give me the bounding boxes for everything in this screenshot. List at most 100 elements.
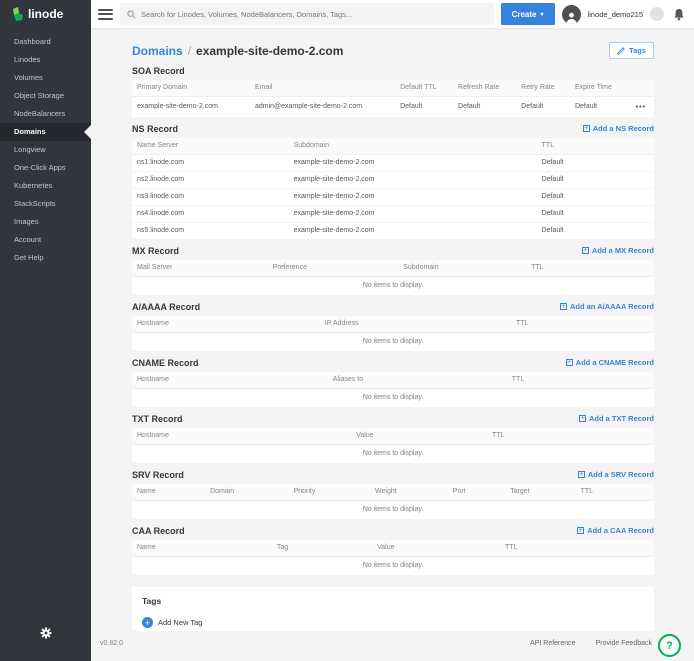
section-head-mx: MX Record+Add a MX Record: [132, 244, 654, 257]
add-cname-record-link[interactable]: +Add a CNAME Record: [566, 358, 654, 367]
caa-table: NameTagValueTTLNo items to display.: [132, 540, 654, 575]
sidebar-item-dashboard[interactable]: Dashboard: [0, 33, 91, 51]
add-link-label: Add a NS Record: [593, 124, 654, 133]
sidebar-item-get-help[interactable]: Get Help: [0, 249, 91, 267]
sidebar-item-longview[interactable]: Longview: [0, 141, 91, 159]
column-header: Port: [448, 484, 505, 500]
add-mx-record-link[interactable]: +Add a MX Record: [582, 246, 654, 255]
logo-text: linode: [28, 7, 63, 21]
table-cell: example-site-demo-2.com: [132, 99, 250, 115]
sidebar-item-linodes[interactable]: Linodes: [0, 51, 91, 69]
row-actions-menu-button[interactable]: •••: [636, 104, 646, 111]
linode-logo[interactable]: linode: [0, 0, 91, 28]
table-cell: Default: [395, 99, 453, 115]
person-icon: [565, 11, 578, 24]
username-menu[interactable]: linode_demo215: [588, 10, 643, 19]
provide-feedback-link[interactable]: Provide Feedback: [596, 640, 652, 647]
column-header: Hostname: [132, 372, 328, 388]
section-cname: CNAME Record+Add a CNAME RecordHostnameA…: [132, 356, 654, 407]
table-cell: example-site-demo-2.com: [289, 206, 537, 222]
plus-square-icon: +: [578, 471, 585, 478]
add-caa-record-link[interactable]: +Add a CAA Record: [577, 526, 654, 535]
sidebar-item-one-click-apps[interactable]: One-Click Apps: [0, 159, 91, 177]
tags-panel: Tags + Add New Tag: [132, 587, 654, 631]
sidebar-item-images[interactable]: Images: [0, 213, 91, 231]
table-cell: Default: [537, 189, 654, 205]
section-title-caa: CAA Record: [132, 526, 185, 536]
section-txt: TXT Record +Add a TXT Record HostnameValue…: [132, 412, 654, 463]
plus-circle-icon: +: [142, 617, 153, 628]
column-header: Domain: [205, 484, 289, 500]
tags-panel-title: Tags: [142, 596, 644, 606]
section-title-txt: TXT Record: [132, 414, 183, 424]
table-cell: admin@example-site-demo-2.com: [250, 99, 395, 115]
table-cell: ns4.linode.com: [132, 206, 289, 222]
section-head-txt: TXT Record +Add a TXT Record: [132, 412, 654, 425]
sidebar-item-volumes[interactable]: Volumes: [0, 69, 91, 87]
main-content: Domains / example-site-demo-2.com Tags S…: [91, 28, 694, 631]
plus-square-icon: +: [583, 125, 590, 132]
table-cell: example-site-demo-2.com: [289, 172, 537, 188]
column-header: TTL: [537, 138, 654, 154]
search-input[interactable]: [141, 10, 487, 19]
global-search[interactable]: [120, 3, 494, 25]
gear-icon[interactable]: [40, 626, 52, 644]
column-header: Default TTL: [395, 80, 453, 96]
table-cell: ns1.linode.com: [132, 155, 289, 171]
version-label[interactable]: v0.82.0: [100, 640, 123, 647]
section-ns: NS Record+Add a NS RecordName ServerSubd…: [132, 122, 654, 239]
add-link-label: Add a SRV Record: [588, 470, 654, 479]
column-header: Tag: [272, 540, 372, 556]
sidebar-item-domains[interactable]: Domains: [0, 123, 91, 141]
column-header: Subdomain: [398, 260, 526, 276]
add-link-label: Add a TXT Record: [589, 414, 654, 423]
table-cell: ns5.linode.com: [132, 223, 289, 239]
notifications-badge-icon[interactable]: [650, 7, 664, 21]
help-button[interactable]: ?: [658, 634, 681, 657]
footer: v0.82.0 API Reference Provide Feedback: [91, 631, 694, 661]
bell-icon[interactable]: [671, 7, 686, 22]
section-head-caa: CAA Record +Add a CAA Record: [132, 524, 654, 537]
api-reference-link[interactable]: API Reference: [530, 640, 576, 647]
breadcrumb-domains-link[interactable]: Domains: [132, 44, 183, 58]
sidebar-item-stackscripts[interactable]: StackScripts: [0, 195, 91, 213]
add-link-label: Add an A/AAAA Record: [570, 302, 654, 311]
create-button[interactable]: Create ▾: [501, 3, 555, 25]
cname-table: HostnameAliases toTTLNo items to display…: [132, 372, 654, 407]
column-header: Name Server: [132, 138, 289, 154]
column-header: Primary Domain: [132, 80, 250, 96]
table-row: ns4.linode.comexample-site-demo-2.comDef…: [132, 206, 654, 223]
sidebar-item-object-storage[interactable]: Object Storage: [0, 87, 91, 105]
column-header: TTL: [507, 372, 654, 388]
section-caa: CAA Record +Add a CAA Record NameTagValueT…: [132, 524, 654, 575]
add-ns-record-link[interactable]: +Add a NS Record: [583, 124, 654, 133]
column-header: Priority: [289, 484, 370, 500]
sidebar-item-nodebalancers[interactable]: NodeBalancers: [0, 105, 91, 123]
row-actions: •••: [633, 100, 654, 115]
add-a-aaaa-record-link[interactable]: +Add an A/AAAA Record: [560, 302, 654, 311]
table-cell: example-site-demo-2.com: [289, 223, 537, 239]
tags-button[interactable]: Tags: [609, 42, 654, 59]
column-header: TTL: [500, 540, 654, 556]
add-new-tag-label: Add New Tag: [158, 618, 202, 627]
create-button-label: Create: [512, 10, 537, 19]
table-cell: ns3.linode.com: [132, 189, 289, 205]
table-header-row: Primary DomainEmailDefault TTLRefresh Ra…: [132, 80, 654, 97]
add-srv-record-link[interactable]: +Add a SRV Record: [578, 470, 654, 479]
table-cell: Default: [537, 223, 654, 239]
add-txt-record-link[interactable]: +Add a TXT Record: [579, 414, 654, 423]
mx-table: Mail ServerPreferenceSubdomainTTLNo item…: [132, 260, 654, 295]
column-header: Hostname: [132, 428, 351, 444]
hamburger-menu-icon[interactable]: [98, 9, 113, 20]
user-avatar[interactable]: [562, 5, 581, 24]
sidebar-item-account[interactable]: Account: [0, 231, 91, 249]
section-title-soa: SOA Record: [132, 66, 185, 76]
srv-table: NameDomainPriorityWeightPortTargetTTLNo …: [132, 484, 654, 519]
column-header: Value: [351, 428, 487, 444]
plus-square-icon: +: [582, 247, 589, 254]
sidebar-item-kubernetes[interactable]: Kubernetes: [0, 177, 91, 195]
add-new-tag-button[interactable]: + Add New Tag: [142, 617, 202, 628]
add-link-label: Add a CAA Record: [587, 526, 654, 535]
top-bar: Create ▾ linode_demo215: [91, 0, 694, 28]
pencil-icon: [617, 47, 625, 55]
